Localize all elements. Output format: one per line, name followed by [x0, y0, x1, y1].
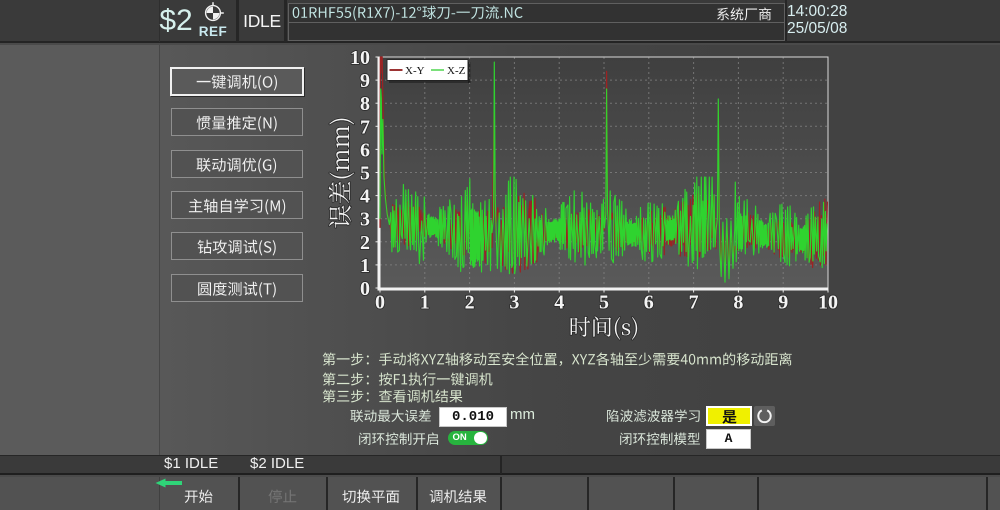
svg-text:6: 6 [360, 139, 370, 161]
svg-text:7: 7 [689, 292, 699, 314]
svg-text:9: 9 [360, 70, 370, 92]
svg-text:9: 9 [778, 292, 788, 314]
svg-text:5: 5 [599, 292, 609, 314]
svg-text:4: 4 [554, 292, 564, 314]
svg-text:8: 8 [360, 93, 370, 115]
svg-text:1: 1 [420, 292, 430, 314]
svg-text:8: 8 [733, 292, 743, 314]
svg-text:6: 6 [644, 292, 654, 314]
svg-text:5: 5 [360, 163, 370, 185]
svg-text:10: 10 [350, 47, 370, 69]
svg-text:3: 3 [360, 209, 370, 231]
svg-text:7: 7 [360, 116, 370, 138]
svg-text:0: 0 [375, 292, 385, 314]
svg-text:X-Z: X-Z [447, 65, 466, 77]
svg-text:X-Y: X-Y [405, 65, 425, 77]
svg-text:0: 0 [360, 278, 370, 300]
svg-text:4: 4 [360, 186, 370, 208]
svg-text:2: 2 [465, 292, 475, 314]
svg-text:3: 3 [509, 292, 519, 314]
svg-text:10: 10 [818, 292, 838, 314]
svg-text:1: 1 [360, 255, 370, 277]
svg-text:2: 2 [360, 232, 370, 254]
